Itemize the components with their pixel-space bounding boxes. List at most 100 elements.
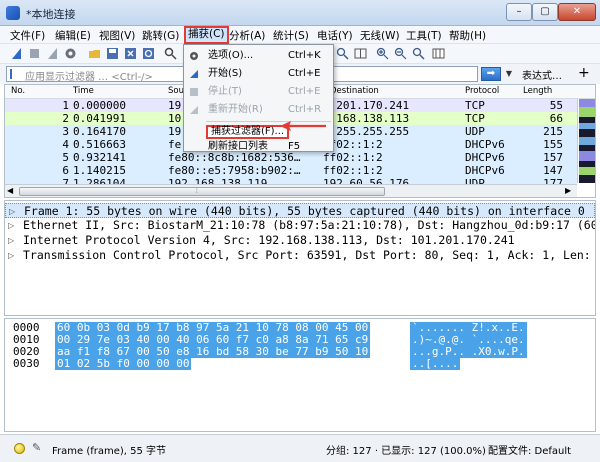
packet-no: 5 [62, 151, 69, 164]
start-capture-icon[interactable] [10, 47, 23, 60]
scroll-left-icon[interactable]: ◀ [7, 185, 13, 197]
column-no[interactable]: No. [11, 86, 25, 96]
expression-button[interactable]: 表达式… [522, 67, 562, 82]
refresh-interfaces-item[interactable]: 刷新接口列表 F5 [184, 141, 333, 153]
packet-time: 0.932141 [73, 151, 126, 164]
column-protocol[interactable]: Protocol [465, 86, 499, 96]
menu-bar: 文件(F) 编辑(E) 视图(V) 跳转(G) 捕获(C) 分析(A) 统计(S… [0, 26, 600, 44]
columns-icon[interactable] [432, 47, 445, 60]
packet-length: 157 [543, 151, 563, 164]
expand-arrow-icon[interactable]: ▷ [8, 248, 14, 263]
red-arrow-icon [280, 121, 326, 131]
menu-statistics[interactable]: 统计(S) [273, 28, 309, 43]
expand-arrow-icon[interactable]: ▷ [8, 218, 14, 233]
detail-row-ipv4[interactable]: ▷ Internet Protocol Version 4, Src: 192.… [5, 233, 595, 248]
menu-go[interactable]: 跳转(G) [142, 28, 179, 43]
detail-row-tcp[interactable]: ▷ Transmission Control Protocol, Src Por… [5, 248, 595, 263]
capture-restart-item[interactable]: 重新开始(R) Ctrl+R [184, 101, 333, 119]
packet-length: 55 [549, 99, 563, 112]
column-destination[interactable]: Destination [330, 86, 379, 96]
menu-file[interactable]: 文件(F) [10, 28, 45, 43]
expand-arrow-icon[interactable]: ▷ [9, 204, 15, 217]
packet-time: 0.041991 [73, 112, 126, 125]
packet-protocol: DHCPv6 [465, 138, 505, 151]
column-length[interactable]: Length [523, 86, 552, 96]
packet-time: 1.140215 [73, 164, 126, 177]
add-filter-button[interactable]: + [578, 65, 590, 81]
expand-arrow-icon[interactable]: ▷ [8, 233, 14, 248]
shark-fin-icon [190, 70, 198, 78]
packet-length: 66 [549, 112, 563, 125]
scroll-thumb[interactable]: ⦙ [19, 187, 385, 196]
minimap-segment [579, 175, 595, 183]
packet-no: 3 [62, 125, 69, 138]
menu-analyze[interactable]: 分析(A) [229, 28, 265, 43]
open-file-icon[interactable] [88, 47, 101, 60]
packet-length: 147 [543, 164, 563, 177]
packet-destination: ff02::1:2 [323, 164, 383, 177]
title-bar: *本地连接 – ▢ ✕ [0, 0, 600, 26]
packet-protocol: TCP [465, 99, 485, 112]
capture-options-item[interactable]: 选项(O)... Ctrl+K [184, 47, 333, 65]
reload-icon[interactable] [142, 47, 155, 60]
minimize-button[interactable]: – [506, 3, 532, 21]
edit-comment-icon[interactable]: ✎ [32, 441, 41, 454]
zoom-in-icon[interactable] [376, 47, 389, 60]
detail-row-ethernet[interactable]: ▷ Ethernet II, Src: BiostarM_21:10:78 (b… [5, 218, 595, 233]
capture-menu-dropdown: 选项(O)... Ctrl+K 开始(S) Ctrl+E 停止(T) Ctrl+… [183, 44, 334, 152]
resize-columns-icon[interactable] [354, 47, 367, 60]
packet-protocol: TCP [465, 112, 485, 125]
packet-no: 6 [62, 164, 69, 177]
close-file-icon[interactable] [124, 47, 137, 60]
bookmark-icon[interactable] [10, 69, 20, 79]
minimap-segment [579, 151, 595, 161]
apply-filter-button[interactable]: ➡ [481, 67, 501, 81]
filter-history-dropdown[interactable]: ▼ [502, 67, 516, 81]
menu-capture[interactable]: 捕获(C) [184, 26, 229, 44]
packet-list-hscrollbar[interactable]: ◀ ⦙ ▶ [5, 184, 577, 197]
filter-placeholder: 应用显示过滤器 … <Ctrl-/> [25, 72, 153, 83]
menu-view[interactable]: 视图(V) [99, 28, 135, 43]
packet-time: 0.164170 [73, 125, 126, 138]
menu-telephony[interactable]: 电话(Y) [317, 28, 353, 43]
capture-stop-item[interactable]: 停止(T) Ctrl+E [184, 83, 333, 101]
minimap-segment [579, 137, 595, 145]
byte-row: 0030 01 02 5b f0 00 00 00 ..[.... [13, 357, 461, 370]
menu-help[interactable]: 帮助(H) [449, 28, 486, 43]
scroll-right-icon[interactable]: ▶ [565, 185, 571, 197]
packet-destination: 1.201.170.241 [323, 99, 410, 112]
stop-capture-icon[interactable] [28, 47, 41, 60]
packet-minimap[interactable] [577, 99, 595, 183]
options-icon[interactable] [64, 47, 77, 60]
packet-time: 0.516663 [73, 138, 126, 151]
find-packet-icon[interactable] [164, 47, 177, 60]
save-file-icon[interactable] [106, 47, 119, 60]
capture-start-item[interactable]: 开始(S) Ctrl+E [184, 65, 333, 83]
packet-row[interactable]: 6 1.140215 fe80::e5:7958:b902:… ff02::1:2 DH… [5, 164, 577, 177]
packet-protocol: DHCPv6 [465, 164, 505, 177]
column-time[interactable]: Time [73, 86, 94, 96]
packet-no: 1 [62, 99, 69, 112]
zoom-out-icon[interactable] [394, 47, 407, 60]
status-packet-count: 分组: 127 · 已显示: 127 (100.0%) [326, 446, 486, 457]
packet-destination: 5.255.255.255 [323, 125, 410, 138]
minimap-segment [579, 99, 595, 107]
close-button[interactable]: ✕ [558, 3, 596, 21]
stop-icon [190, 88, 198, 96]
minimap-segment [579, 167, 595, 175]
zoom-normal-icon[interactable] [336, 47, 349, 60]
status-profile[interactable]: 配置文件: Default [488, 442, 571, 457]
packet-protocol: UDP [465, 125, 485, 138]
minimap-segment [579, 107, 595, 117]
maximize-button[interactable]: ▢ [532, 3, 558, 21]
packet-bytes-pane: 0000 60 0b 03 0d b9 17 b8 97 5a 21 10 78… [4, 318, 596, 432]
wireshark-app-icon [6, 6, 20, 20]
restart-capture-icon[interactable] [46, 47, 59, 60]
packet-details-pane: ▷ Frame 1: 55 bytes on wire (440 bits), … [4, 200, 596, 316]
zoom-reset-icon[interactable] [412, 47, 425, 60]
expert-info-icon[interactable] [14, 443, 25, 454]
menu-edit[interactable]: 编辑(E) [55, 28, 91, 43]
detail-row-frame[interactable]: ▷ Frame 1: 55 bytes on wire (440 bits), … [5, 203, 595, 218]
menu-tools[interactable]: 工具(T) [406, 28, 442, 43]
menu-wireless[interactable]: 无线(W) [360, 28, 400, 43]
